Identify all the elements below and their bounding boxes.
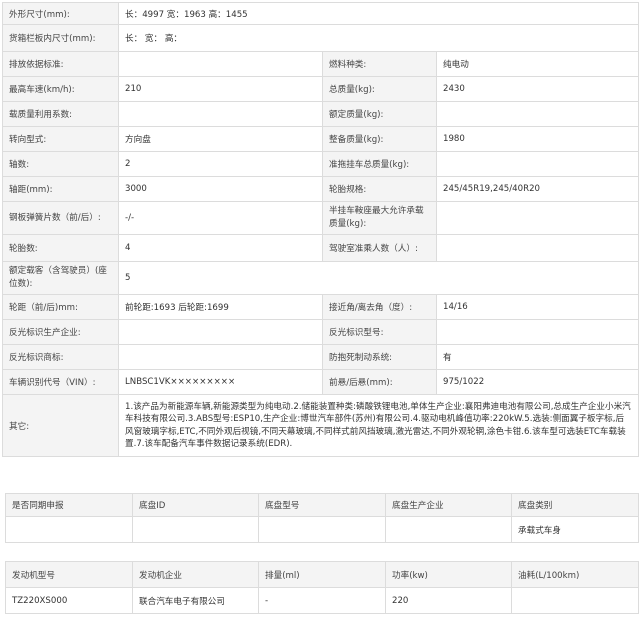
emission-standard-label: 排放依据标准: [2, 51, 119, 77]
vin-value: LNBSC1VK××××××××× [118, 369, 323, 395]
table-row: 最高车速(km/h): 210 总质量(kg): 2430 [2, 76, 640, 102]
abs-value: 有 [435, 344, 640, 370]
max-speed-value: 210 [118, 76, 323, 102]
rated-load-value [435, 101, 640, 127]
table-cell: - [258, 587, 386, 614]
table-row: TZ220XS000 联合汽车电子有限公司 - 220 [5, 587, 639, 614]
trailer-mass-label: 准拖挂车总质量(kg): [322, 151, 437, 177]
reflector-maker-label: 反光标识生产企业: [2, 319, 119, 345]
other-label: 其它: [2, 394, 119, 457]
table-row: 钢板弹簧片数（前/后）: -/- 半挂车鞍座最大允许承载质量(kg): [2, 201, 640, 235]
cab-passengers-label: 驾驶室准乘人数（人）: [322, 234, 437, 262]
table-row: 额定载客（含驾驶员）(座位数): 5 [2, 261, 640, 295]
tire-count-label: 轮胎数: [2, 234, 119, 262]
fuel-type-label: 燃料种类: [322, 51, 437, 77]
steering-label: 转向型式: [2, 126, 119, 152]
table-cell: 联合汽车电子有限公司 [132, 587, 259, 614]
dimensions-value: 长：4997 宽：1963 高：1455 [117, 2, 640, 25]
column-header: 是否同期申报 [5, 493, 133, 517]
axles-label: 轴数: [2, 151, 119, 177]
table-cell: TZ220XS000 [5, 587, 133, 614]
table-cell [258, 516, 386, 543]
total-mass-label: 总质量(kg): [322, 76, 437, 102]
fuel-type-value: 纯电动 [435, 51, 640, 77]
wheelbase-label: 轴距(mm): [2, 176, 119, 202]
table-header-row: 发动机型号 发动机企业 排量(ml) 功率(kw) 油耗(L/100km) [5, 561, 639, 588]
leaf-spring-value: -/- [118, 201, 323, 235]
reflector-brand-value [118, 344, 323, 370]
reflector-model-label: 反光标识型号: [322, 319, 437, 345]
curb-mass-label: 整备质量(kg): [322, 126, 437, 152]
overhang-value: 975/1022 [435, 369, 640, 395]
leaf-spring-label: 钢板弹簧片数（前/后）: [2, 201, 119, 235]
table-row: 轴距(mm): 3000 轮胎规格: 245/45R19,245/40R20 [2, 176, 640, 202]
table-row: 轴数: 2 准拖挂车总质量(kg): [2, 151, 640, 177]
column-header: 发动机型号 [5, 561, 133, 588]
approach-departure-value: 14/16 [435, 294, 640, 320]
overhang-label: 前悬/后悬(mm): [322, 369, 437, 395]
trailer-mass-value [435, 151, 640, 177]
column-header: 功率(kw) [385, 561, 512, 588]
tire-count-value: 4 [118, 234, 323, 262]
table-row: 轮胎数: 4 驾驶室准乘人数（人）: [2, 234, 640, 262]
wheelbase-value: 3000 [118, 176, 323, 202]
column-header: 底盘生产企业 [385, 493, 512, 517]
chassis-table: 是否同期申报 底盘ID 底盘型号 底盘生产企业 底盘类别 承载式车身 [5, 493, 639, 543]
reflector-model-value [435, 319, 640, 345]
table-cell [5, 516, 133, 543]
table-row: 排放依据标准: 燃料种类: 纯电动 [2, 51, 640, 77]
rated-passengers-value: 5 [117, 261, 640, 295]
dimensions-label: 外形尺寸(mm): [2, 2, 119, 25]
rated-load-label: 额定质量(kg): [322, 101, 437, 127]
column-header: 底盘ID [132, 493, 259, 517]
abs-label: 防抱死制动系统: [322, 344, 437, 370]
table-row: 载质量利用系数: 额定质量(kg): [2, 101, 640, 127]
track-width-value: 前轮距:1693 后轮距:1699 [118, 294, 323, 320]
curb-mass-value: 1980 [435, 126, 640, 152]
table-row: 外形尺寸(mm): 长：4997 宽：1963 高：1455 [2, 2, 640, 25]
table-row: 车辆识别代号（VIN）: LNBSC1VK××××××××× 前悬/后悬(mm)… [2, 369, 640, 395]
vin-label: 车辆识别代号（VIN）: [2, 369, 119, 395]
track-width-label: 轮距（前/后)mm: [2, 294, 119, 320]
table-cell [132, 516, 259, 543]
load-utilization-value [118, 101, 323, 127]
steering-value: 方向盘 [118, 126, 323, 152]
total-mass-value: 2430 [435, 76, 640, 102]
saddle-load-label: 半挂车鞍座最大允许承载质量(kg): [322, 201, 437, 235]
table-header-row: 是否同期申报 底盘ID 底盘型号 底盘生产企业 底盘类别 [5, 493, 639, 517]
table-cell: 承载式车身 [511, 516, 639, 543]
saddle-load-value [435, 201, 640, 235]
table-row: 转向型式: 方向盘 整备质量(kg): 1980 [2, 126, 640, 152]
axles-value: 2 [118, 151, 323, 177]
cab-passengers-value [435, 234, 640, 262]
cargo-box-label: 货箱栏板内尺寸(mm): [2, 24, 119, 52]
approach-departure-label: 接近角/离去角（度）: [322, 294, 437, 320]
tire-spec-value: 245/45R19,245/40R20 [435, 176, 640, 202]
engine-table: 发动机型号 发动机企业 排量(ml) 功率(kw) 油耗(L/100km) TZ… [5, 561, 639, 614]
cargo-box-value: 长： 宽： 高： [117, 24, 640, 52]
column-header: 油耗(L/100km) [511, 561, 639, 588]
table-cell [385, 516, 512, 543]
table-row: 轮距（前/后)mm: 前轮距:1693 后轮距:1699 接近角/离去角（度）:… [2, 294, 640, 320]
column-header: 排量(ml) [258, 561, 386, 588]
column-header: 底盘类别 [511, 493, 639, 517]
column-header: 发动机企业 [132, 561, 259, 588]
table-row: 反光标识生产企业: 反光标识型号: [2, 319, 640, 345]
table-row: 承载式车身 [5, 516, 639, 543]
reflector-brand-label: 反光标识商标: [2, 344, 119, 370]
load-utilization-label: 载质量利用系数: [2, 101, 119, 127]
table-row: 反光标识商标: 防抱死制动系统: 有 [2, 344, 640, 370]
table-cell [511, 587, 639, 614]
reflector-maker-value [118, 319, 323, 345]
max-speed-label: 最高车速(km/h): [2, 76, 119, 102]
table-row: 其它: 1.该产品为新能源车辆,新能源类型为纯电动.2.储能装置种类:磷酸铁锂电… [2, 394, 640, 457]
vehicle-spec-table: 外形尺寸(mm): 长：4997 宽：1963 高：1455 货箱栏板内尺寸(m… [2, 2, 640, 457]
table-cell: 220 [385, 587, 512, 614]
rated-passengers-label: 额定载客（含驾驶员）(座位数): [2, 261, 119, 295]
table-row: 货箱栏板内尺寸(mm): 长： 宽： 高： [2, 24, 640, 52]
tire-spec-label: 轮胎规格: [322, 176, 437, 202]
emission-standard-value [118, 51, 323, 77]
other-value: 1.该产品为新能源车辆,新能源类型为纯电动.2.储能装置种类:磷酸铁锂电池,单体… [117, 394, 640, 457]
column-header: 底盘型号 [258, 493, 386, 517]
